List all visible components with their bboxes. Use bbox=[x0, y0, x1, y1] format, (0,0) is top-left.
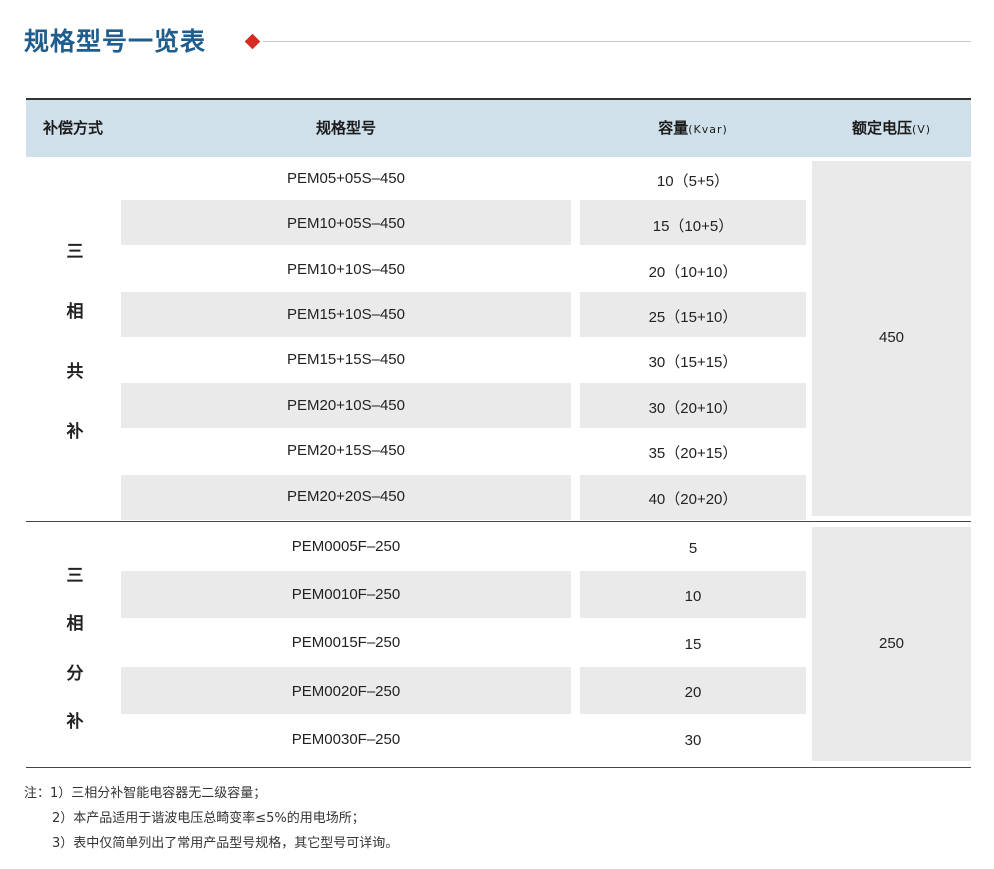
header-method: 补偿方式 bbox=[42, 119, 103, 137]
method-char: 三 bbox=[66, 242, 84, 262]
page-title: 规格型号一览表 bbox=[24, 27, 207, 56]
capacity-cell: 15（10+5） bbox=[652, 218, 734, 235]
method-char: 相 bbox=[66, 614, 84, 634]
capacity-cell: 20（10+10） bbox=[648, 264, 738, 281]
header-model: 规格型号 bbox=[315, 119, 376, 137]
method-char: 相 bbox=[66, 302, 84, 322]
model-cell: PEM15+15S–450 bbox=[286, 351, 405, 368]
voltage-unit: (V) bbox=[911, 123, 932, 136]
method-char: 三 bbox=[66, 566, 84, 586]
model-cell: PEM10+05S–450 bbox=[286, 215, 405, 232]
capacity-cell: 5 bbox=[688, 540, 698, 557]
capacity-cell: 15 bbox=[684, 636, 702, 653]
model-cell: PEM0010F–250 bbox=[291, 586, 401, 603]
model-cell: PEM15+10S–450 bbox=[286, 306, 405, 323]
note-line: 2）本产品适用于谐波电压总畸变率≤5%的用电场所； bbox=[52, 811, 365, 826]
note-line: 注：1）三相分补智能电容器无二级容量； bbox=[24, 786, 267, 801]
method-char: 共 bbox=[66, 362, 84, 382]
diamond-icon bbox=[244, 33, 261, 50]
model-cell: PEM20+15S–450 bbox=[286, 442, 405, 459]
method-char: 分 bbox=[66, 664, 84, 684]
header-capacity: 容量(Kvar) bbox=[658, 119, 728, 137]
voltage-value: 450 bbox=[878, 329, 905, 346]
capacity-unit: (Kvar) bbox=[688, 123, 728, 136]
capacity-cell: 40（20+20） bbox=[648, 491, 738, 508]
model-cell: PEM20+10S–450 bbox=[286, 397, 405, 414]
capacity-cell: 30（20+10） bbox=[648, 400, 738, 417]
header-voltage: 额定电压(V) bbox=[851, 119, 932, 137]
group-divider bbox=[26, 521, 971, 522]
table-bottom-rule bbox=[26, 767, 971, 768]
capacity-cell: 35（20+15） bbox=[648, 445, 738, 462]
model-cell: PEM0015F–250 bbox=[291, 634, 401, 651]
model-cell: PEM0020F–250 bbox=[291, 683, 401, 700]
capacity-cell: 30（15+15） bbox=[648, 354, 738, 371]
capacity-cell: 30 bbox=[684, 732, 702, 749]
method-char: 补 bbox=[66, 422, 84, 442]
notes: 注：1）三相分补智能电容器无二级容量； 2）本产品适用于谐波电压总畸变率≤5%的… bbox=[24, 781, 398, 856]
model-cell: PEM0005F–250 bbox=[291, 538, 401, 555]
capacity-cell: 25（15+10） bbox=[648, 309, 738, 326]
model-cell: PEM0030F–250 bbox=[291, 731, 401, 748]
model-cell: PEM20+20S–450 bbox=[286, 488, 405, 505]
capacity-cell: 10 bbox=[684, 588, 702, 605]
title-divider bbox=[263, 41, 971, 42]
note-line: 3）表中仅简单列出了常用产品型号规格，其它型号可详询。 bbox=[52, 836, 399, 851]
voltage-value: 250 bbox=[878, 635, 905, 652]
model-cell: PEM05+05S–450 bbox=[286, 170, 405, 187]
method-char: 补 bbox=[66, 712, 84, 732]
capacity-cell: 10（5+5） bbox=[656, 173, 730, 190]
model-cell: PEM10+10S–450 bbox=[286, 261, 405, 278]
capacity-cell: 20 bbox=[684, 684, 702, 701]
